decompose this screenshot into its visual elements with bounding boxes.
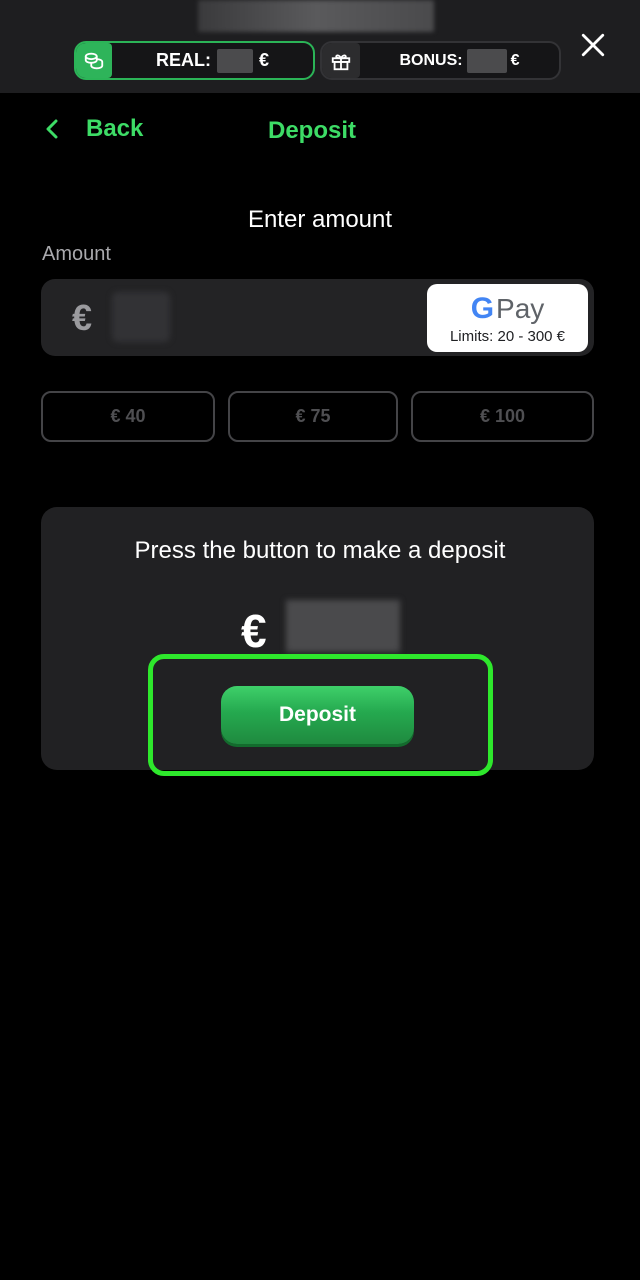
coins-icon (76, 43, 112, 78)
bonus-balance-currency: € (510, 51, 520, 69)
amount-currency-symbol: € (72, 297, 93, 338)
gift-icon (322, 43, 360, 78)
payment-method-label: Pay (496, 293, 545, 324)
bonus-balance-redacted (466, 48, 507, 73)
redacted-header-text (198, 0, 434, 32)
page-title: Deposit (268, 117, 357, 144)
amount-label: Amount (42, 243, 111, 265)
close-icon[interactable] (576, 28, 610, 62)
top-bar: REAL: € BONUS: € (0, 0, 640, 93)
back-label: Back (86, 115, 144, 142)
chevron-left-icon (46, 119, 58, 139)
google-g-icon: G (470, 292, 495, 325)
summary-amount-redacted (286, 600, 400, 652)
quick-amount-100[interactable]: € 100 (411, 391, 594, 442)
deposit-instruction: Press the button to make a deposit (134, 537, 506, 564)
bonus-balance-label: BONUS: (399, 51, 463, 69)
real-balance-redacted (216, 48, 253, 73)
deposit-button[interactable]: Deposit (221, 686, 414, 744)
enter-amount-heading: Enter amount (247, 206, 393, 233)
real-balance-label: REAL: (155, 50, 211, 70)
google-pay-method[interactable]: G Pay Limits: 20 - 300 € (427, 284, 588, 352)
bonus-balance-pill[interactable]: BONUS: € (320, 41, 561, 80)
back-button[interactable]: Back (44, 115, 143, 143)
quick-amount-40[interactable]: € 40 (41, 391, 215, 442)
summary-currency-symbol: € (241, 605, 267, 657)
real-balance-currency: € (258, 50, 269, 70)
quick-amount-75[interactable]: € 75 (228, 391, 398, 442)
payment-limits: Limits: 20 - 300 € (449, 328, 566, 345)
real-balance-pill[interactable]: REAL: € (74, 41, 315, 80)
amount-value-redacted (112, 292, 170, 342)
